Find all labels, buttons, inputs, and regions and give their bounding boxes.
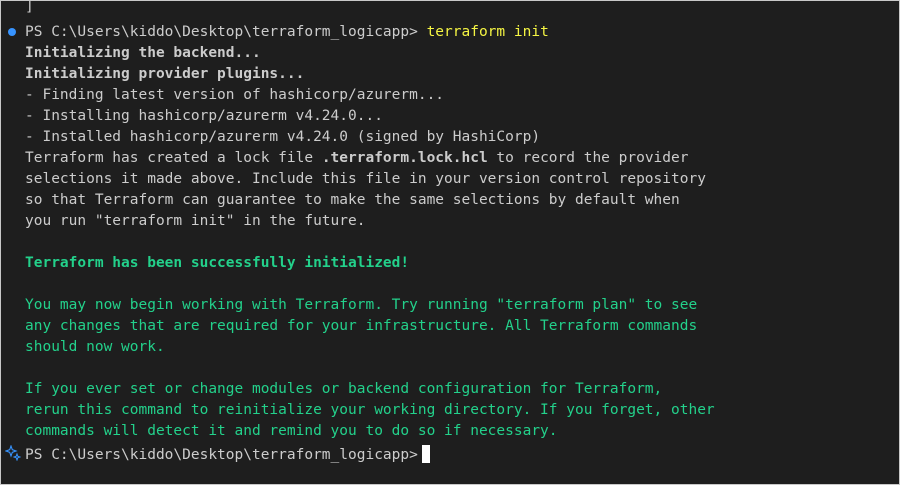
lock-file-line-1: Terraform has created a lock file .terra… xyxy=(25,148,688,169)
terminal-window: ] PS C:\Users\kiddo\Desktop\terraform_lo… xyxy=(0,0,900,485)
lock-file-line-3: so that Terraform can guarantee to make … xyxy=(25,192,680,208)
prompt-path: PS C:\Users\kiddo\Desktop\terraform_logi… xyxy=(25,24,418,40)
lock-text-b: to record the provider xyxy=(487,150,689,166)
begin-line-3: should now work. xyxy=(25,339,165,355)
previous-output-fragment: ] xyxy=(25,0,34,15)
init-plugins-line: Initializing provider plugins... xyxy=(25,66,305,82)
rerun-line-3: commands will detect it and remind you t… xyxy=(25,423,558,439)
terminal-output[interactable]: ] PS C:\Users\kiddo\Desktop\terraform_lo… xyxy=(1,1,899,484)
begin-line-2: any changes that are required for your i… xyxy=(25,318,698,334)
lock-file-line-4: you run "terraform init" in the future. xyxy=(25,213,366,229)
lock-file-line-2: selections it made above. Include this f… xyxy=(25,171,706,187)
lock-text-a: Terraform has created a lock file xyxy=(25,150,322,166)
prompt-path-current: PS C:\Users\kiddo\Desktop\terraform_logi… xyxy=(25,447,418,463)
lock-file-name: .terraform.lock.hcl xyxy=(321,150,488,166)
success-message: Terraform has been successfully initiali… xyxy=(25,255,410,271)
init-backend-line: Initializing the backend... xyxy=(25,45,261,61)
command-decoration-icon[interactable] xyxy=(8,28,16,36)
prompt-line-current[interactable]: PS C:\Users\kiddo\Desktop\terraform_logi… xyxy=(25,445,430,466)
text-cursor xyxy=(421,445,430,463)
sparkle-icon[interactable] xyxy=(5,445,21,461)
command-text: terraform init xyxy=(426,24,549,40)
installed-provider-line: - Installed hashicorp/azurerm v4.24.0 (s… xyxy=(25,129,541,145)
prompt-line: PS C:\Users\kiddo\Desktop\terraform_logi… xyxy=(25,22,549,43)
rerun-line-1: If you ever set or change modules or bac… xyxy=(25,381,663,397)
begin-line-1: You may now begin working with Terraform… xyxy=(25,297,698,313)
installing-provider-line: - Installing hashicorp/azurerm v4.24.0..… xyxy=(25,108,383,124)
finding-provider-line: - Finding latest version of hashicorp/az… xyxy=(25,87,445,103)
rerun-line-2: rerun this command to reinitialize your … xyxy=(25,402,715,418)
